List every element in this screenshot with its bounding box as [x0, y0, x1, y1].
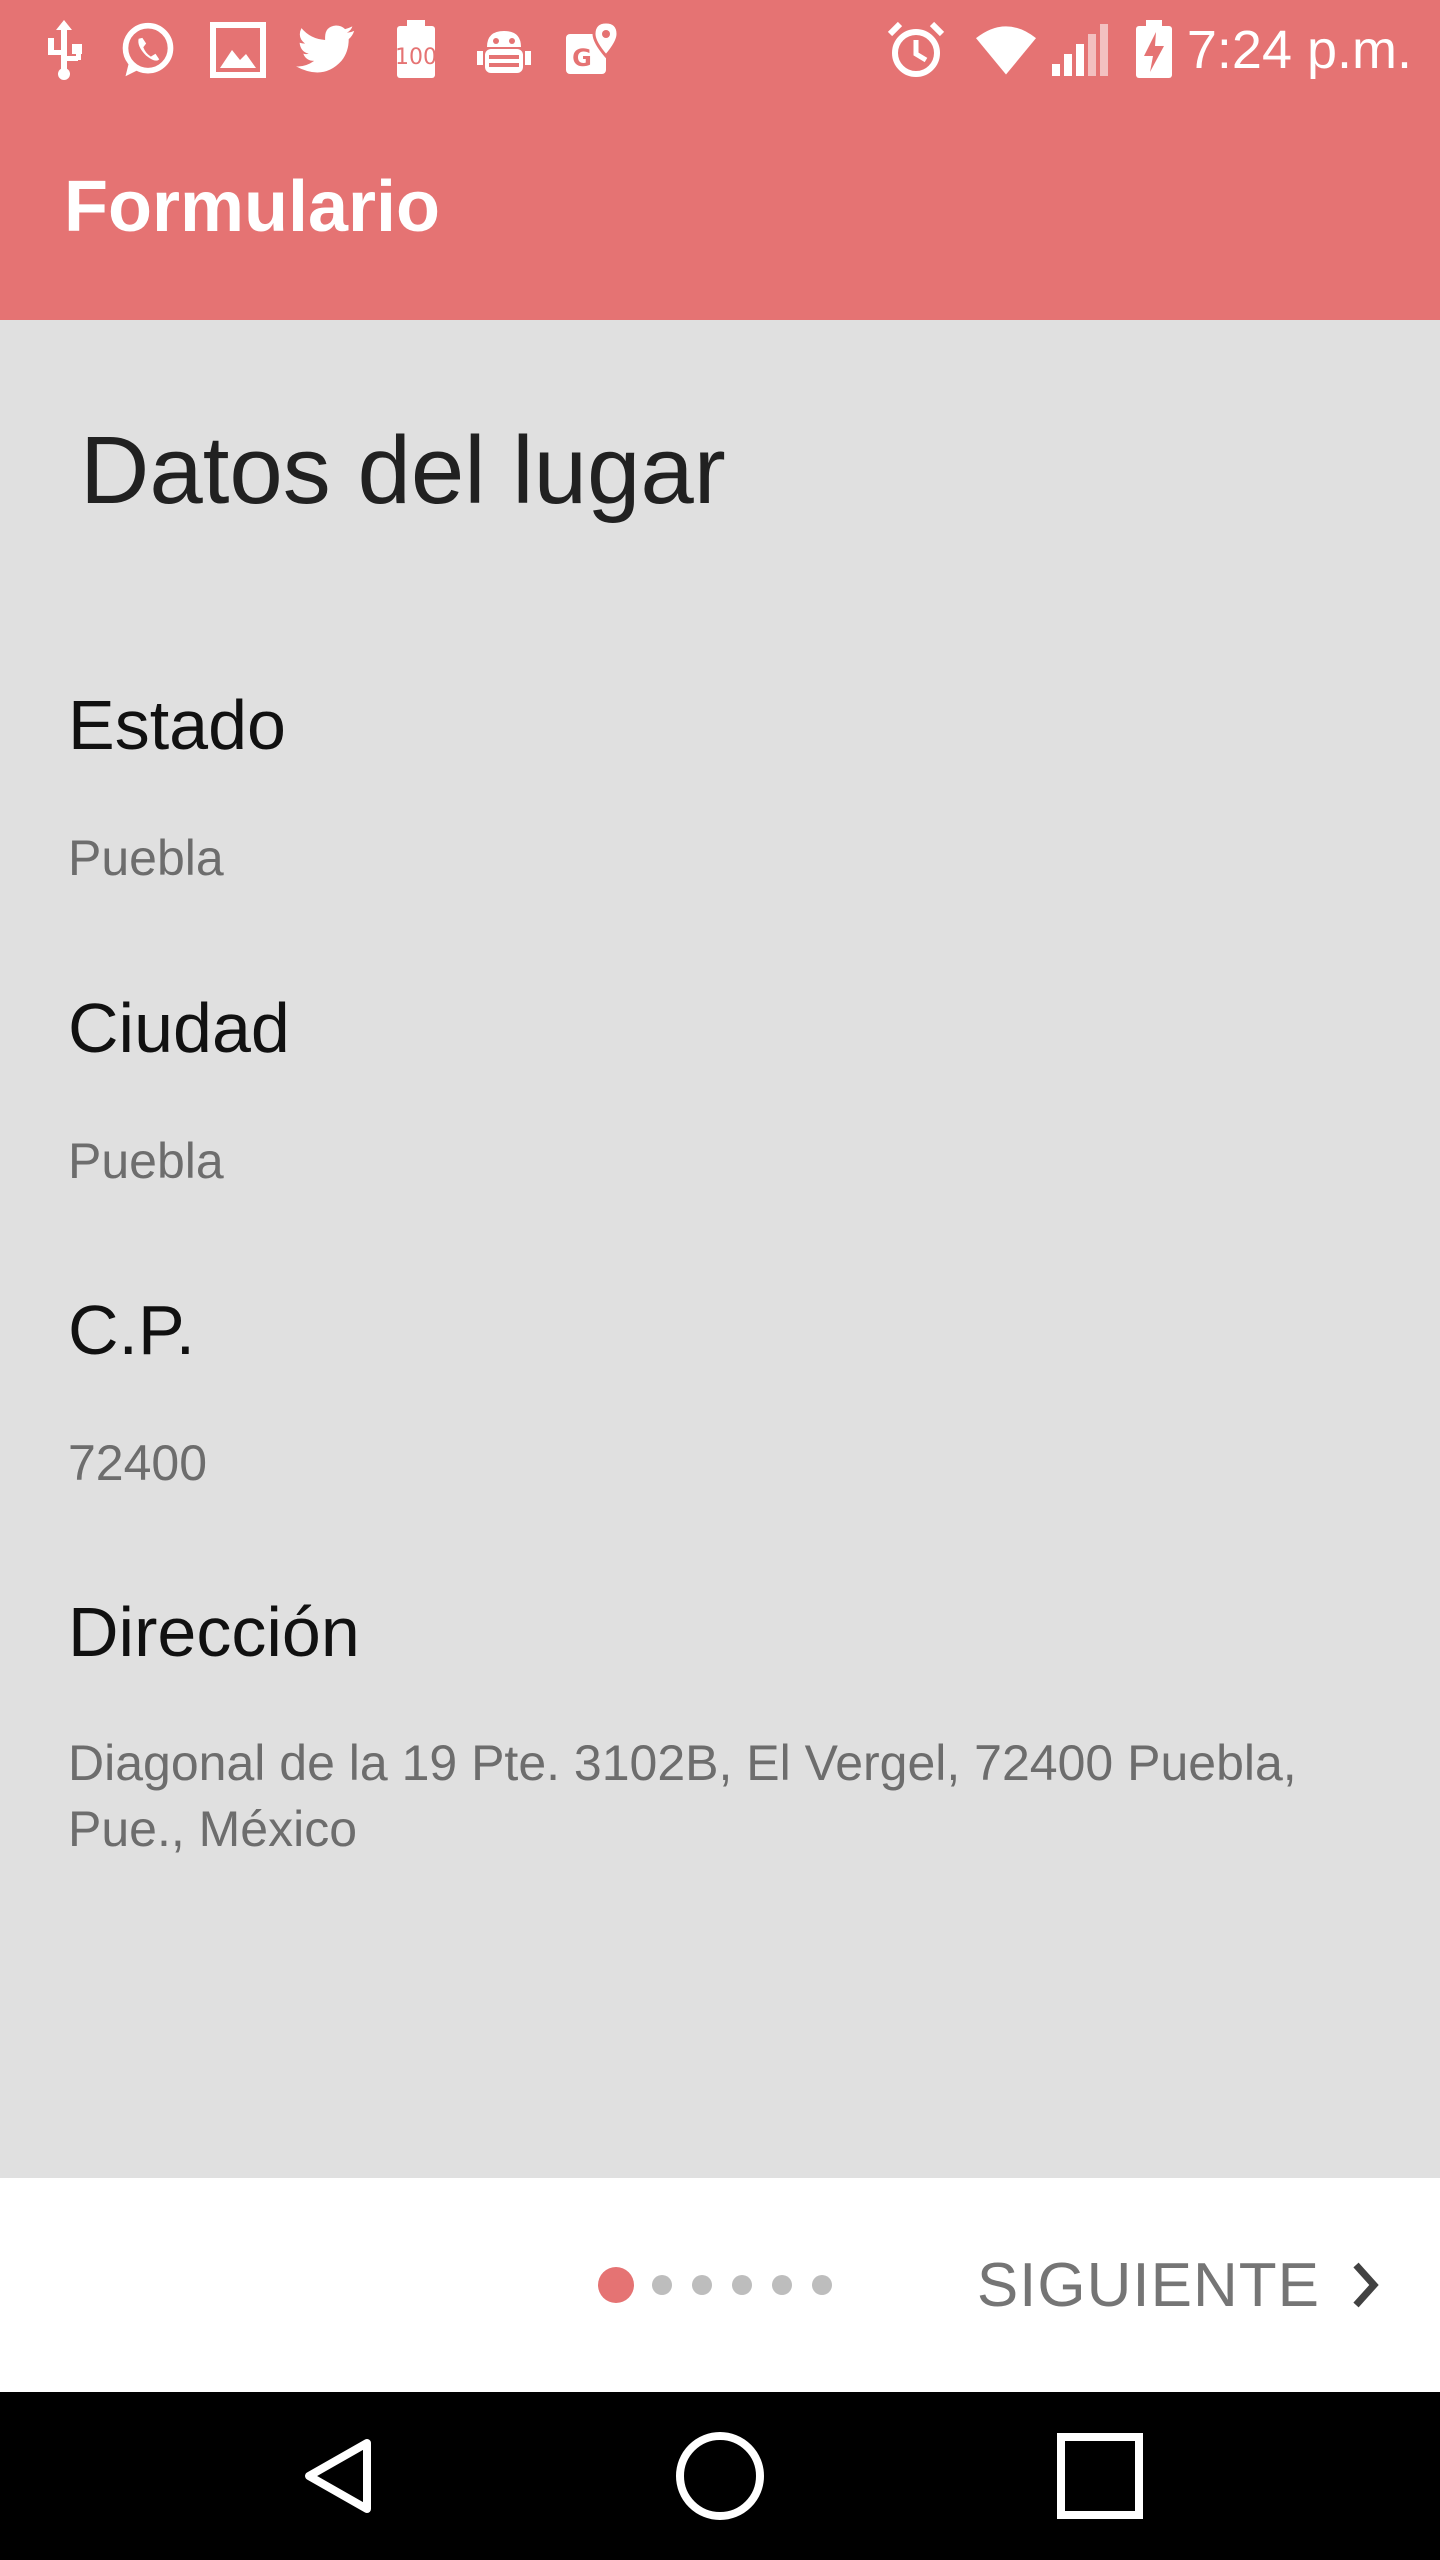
home-icon [676, 2432, 764, 2520]
field-value-estado[interactable]: Puebla [68, 825, 1368, 891]
page-dot [772, 2275, 792, 2295]
page-dot [692, 2275, 712, 2295]
field-value-direccion-line2[interactable]: Pue., México [68, 1796, 1368, 1862]
wifi-icon [976, 18, 1036, 82]
usb-icon [34, 18, 94, 82]
svg-text:G: G [572, 44, 592, 72]
alarm-icon [886, 18, 946, 82]
gallery-icon [208, 18, 268, 82]
home-button[interactable] [620, 2392, 820, 2560]
page-dot [732, 2275, 752, 2295]
battery-charging-icon [1124, 18, 1184, 82]
field-label-cp: C.P. [68, 1291, 196, 1369]
stepper-bar: SIGUIENTE [0, 2178, 1440, 2392]
page-dot [812, 2275, 832, 2295]
field-value-cp[interactable]: 72400 [68, 1430, 1368, 1496]
field-label-estado: Estado [68, 686, 286, 764]
next-button[interactable]: SIGUIENTE [977, 2178, 1380, 2392]
form-content: Datos del lugar Estado Puebla Ciudad Pue… [0, 320, 1440, 2178]
screen: 100 G 7:24 p.m. Formulario Datos del lug… [0, 0, 1440, 2560]
next-button-label: SIGUIENTE [976, 2250, 1320, 2320]
system-nav-bar [0, 2392, 1440, 2560]
status-bar: 100 G 7:24 p.m. [0, 0, 1440, 100]
recents-button[interactable] [1000, 2392, 1200, 2560]
section-title: Datos del lugar [80, 417, 726, 524]
app-bar: Formulario [0, 100, 1440, 320]
page-indicator [598, 2178, 852, 2392]
field-label-ciudad: Ciudad [68, 989, 290, 1067]
signal-icon [1050, 18, 1110, 82]
recents-icon [1057, 2433, 1143, 2519]
chevron-right-icon [1350, 2261, 1380, 2309]
back-icon [305, 2439, 371, 2513]
page-dot-active [598, 2267, 634, 2303]
app-title: Formulario [64, 167, 441, 247]
field-value-direccion-line1[interactable]: Diagonal de la 19 Pte. 3102B, El Vergel,… [68, 1730, 1368, 1796]
android-debug-icon [474, 18, 534, 82]
maps-icon: G [562, 18, 622, 82]
field-value-ciudad[interactable]: Puebla [68, 1128, 1368, 1194]
svg-text:100: 100 [395, 45, 437, 70]
twitter-icon [296, 18, 356, 82]
page-dot [652, 2275, 672, 2295]
status-time: 7:24 p.m. [1186, 20, 1412, 80]
battery-100-app-icon: 100 [386, 18, 446, 82]
whatsapp-icon [118, 18, 178, 82]
field-label-direccion: Dirección [68, 1593, 360, 1671]
back-button[interactable] [240, 2392, 440, 2560]
